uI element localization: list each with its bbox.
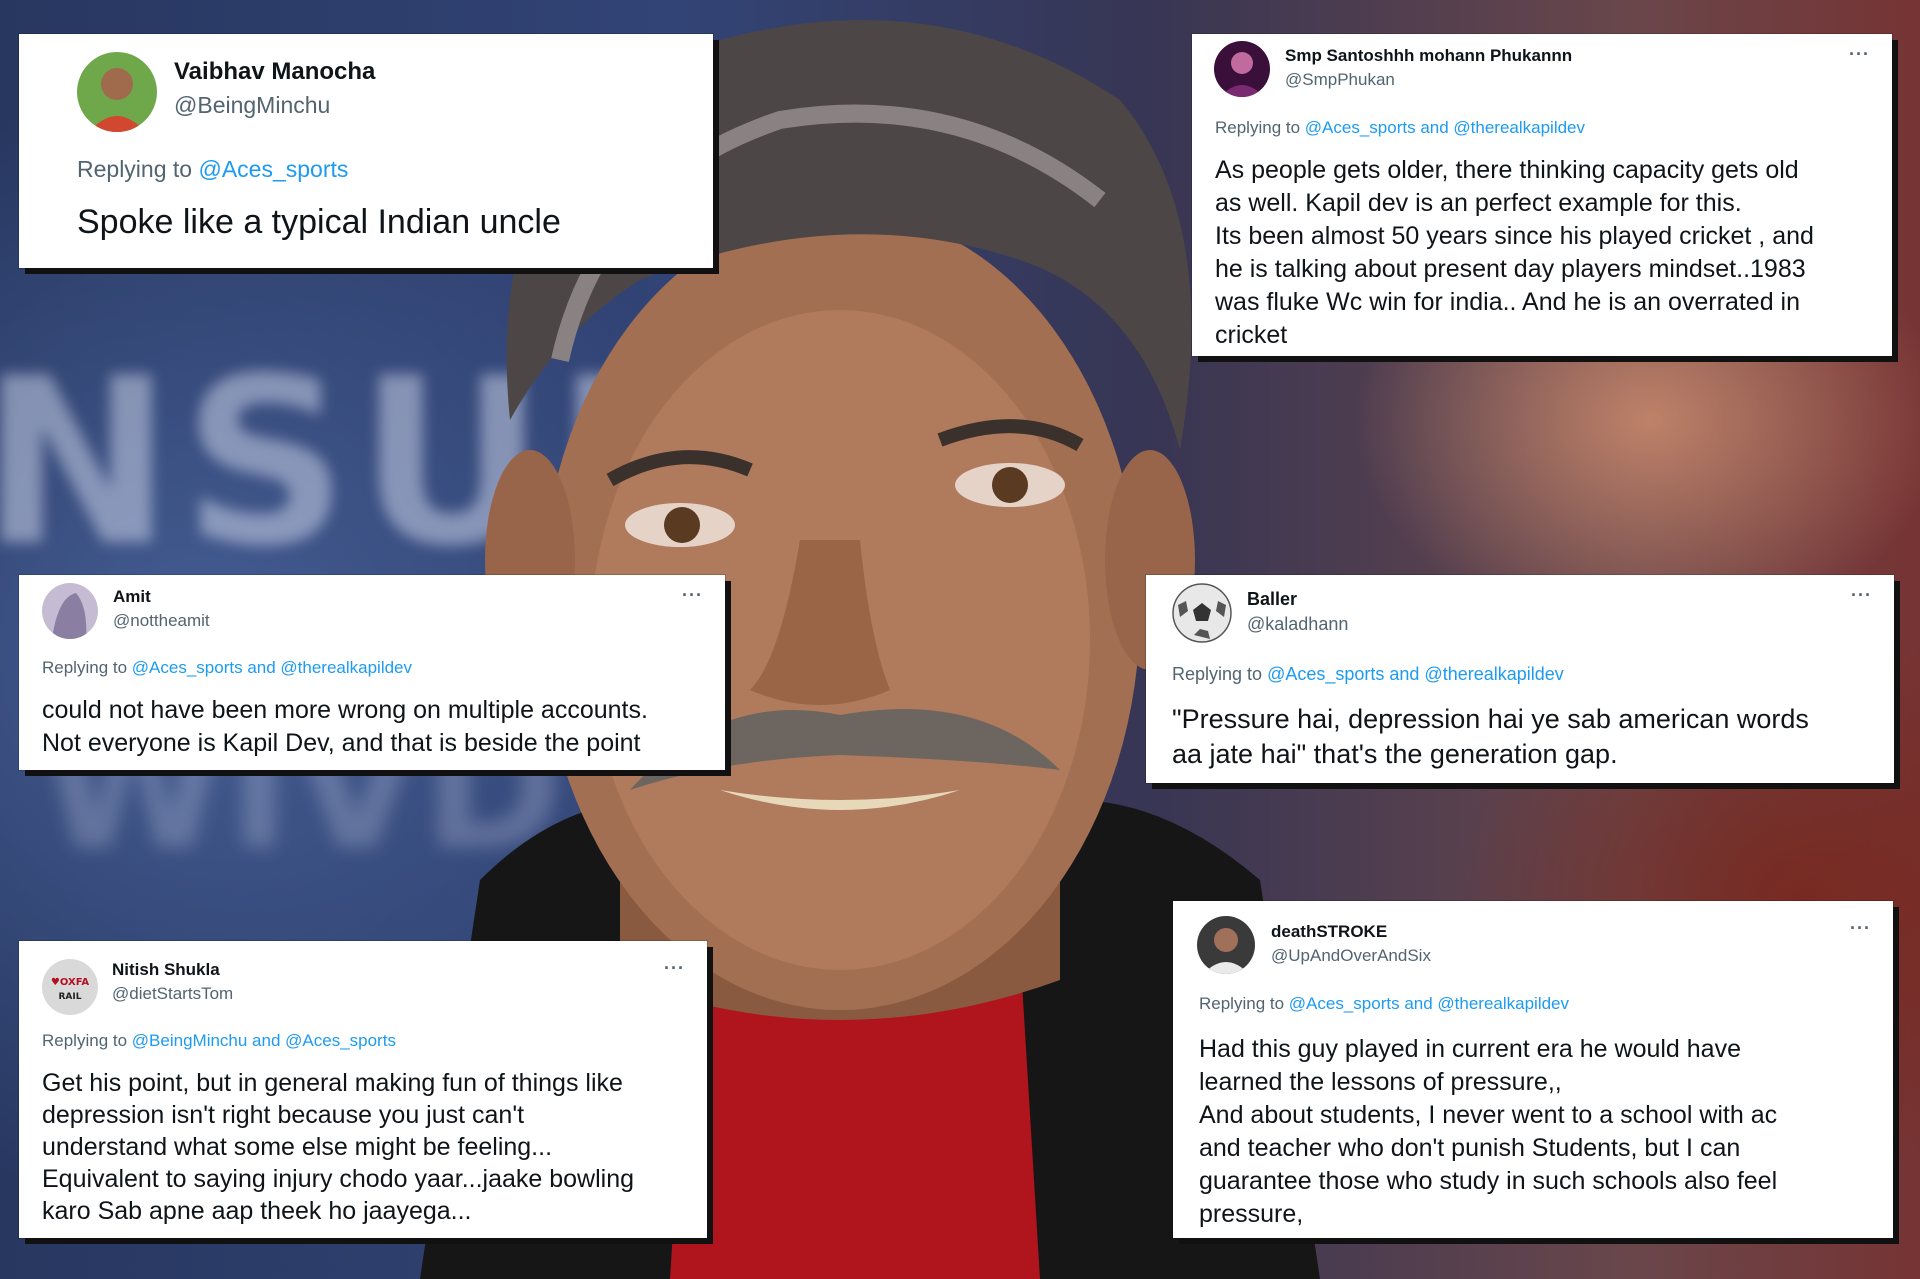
replying-to-label: Replying to (42, 1031, 128, 1050)
tweet-text: Get his point, but in general making fun… (42, 1069, 635, 1225)
user-avatar[interactable] (1197, 916, 1255, 974)
tweet-card-baller[interactable]: Baller @kaladhann ··· Replying to @Aces_… (1146, 575, 1894, 783)
tweet-card-amit[interactable]: Amit @nottheamit ··· Replying to @Aces_s… (19, 575, 725, 770)
display-name[interactable]: Nitish Shukla (112, 960, 220, 980)
more-options-icon[interactable]: ··· (664, 958, 685, 979)
replying-to-line: Replying to @Aces_sports and @therealkap… (1215, 118, 1585, 138)
tweet-card-deathstroke[interactable]: deathSTROKE @UpAndOverAndSix ··· Replyin… (1173, 901, 1893, 1238)
more-options-icon[interactable]: ··· (682, 585, 703, 606)
user-handle[interactable]: @SmpPhukan (1285, 70, 1395, 90)
reply-mention-link[interactable]: @Aces_sports and @therealkapildev (1267, 664, 1564, 684)
tweet-text: As people gets older, there thinking cap… (1215, 156, 1814, 349)
svg-text:RAIL: RAIL (59, 992, 82, 1002)
tweet-text: Spoke like a typical Indian uncle (77, 203, 561, 241)
replying-to-line: Replying to @BeingMinchu and @Aces_sport… (42, 1031, 396, 1051)
tweet-card-nitish[interactable]: ♥OXFA RAIL Nitish Shukla @dietStartsTom … (19, 941, 707, 1238)
user-handle[interactable]: @dietStartsTom (112, 984, 233, 1004)
replying-to-label: Replying to (77, 156, 193, 182)
more-options-icon[interactable]: ··· (1851, 585, 1872, 606)
display-name[interactable]: Amit (113, 587, 151, 607)
user-avatar[interactable] (1172, 583, 1232, 643)
tweet-card-vaibhav[interactable]: Vaibhav Manocha @BeingMinchu Replying to… (19, 34, 713, 268)
user-avatar[interactable] (77, 52, 157, 132)
reply-mention-link[interactable]: @Aces_sports and @therealkapildev (1305, 118, 1585, 137)
replying-to-label: Replying to (1172, 664, 1263, 684)
user-avatar[interactable] (1214, 41, 1270, 97)
replying-to-line: Replying to @Aces_sports and @therealkap… (1199, 994, 1569, 1014)
svg-text:♥OXFA: ♥OXFA (51, 977, 90, 988)
user-avatar[interactable]: ♥OXFA RAIL (42, 959, 98, 1015)
more-options-icon[interactable]: ··· (1850, 918, 1871, 939)
reply-mention-link[interactable]: @Aces_sports and @therealkapildev (132, 658, 412, 677)
user-avatar[interactable] (42, 583, 98, 639)
reply-mention-link[interactable]: @Aces_sports and @therealkapildev (1289, 994, 1569, 1013)
tweet-text: "Pressure hai, depression hai ye sab ame… (1172, 704, 1809, 769)
user-handle[interactable]: @nottheamit (113, 611, 210, 631)
user-handle[interactable]: @kaladhann (1247, 614, 1348, 635)
more-options-icon[interactable]: ··· (1849, 44, 1870, 65)
reply-mention-link[interactable]: @BeingMinchu and @Aces_sports (132, 1031, 396, 1050)
replying-to-label: Replying to (1215, 118, 1301, 137)
replying-to-label: Replying to (42, 658, 128, 677)
replying-to-label: Replying to (1199, 994, 1285, 1013)
display-name[interactable]: deathSTROKE (1271, 922, 1387, 942)
replying-to-line: Replying to @Aces_sports and @therealkap… (1172, 664, 1564, 685)
reply-mention-link[interactable]: @Aces_sports (198, 156, 348, 182)
tweet-text: could not have been more wrong on multip… (42, 696, 648, 757)
replying-to-line: Replying to @Aces_sports (77, 156, 348, 183)
tweet-text: Had this guy played in current era he wo… (1199, 1035, 1778, 1228)
user-handle[interactable]: @UpAndOverAndSix (1271, 946, 1431, 966)
display-name[interactable]: Vaibhav Manocha (174, 58, 375, 86)
display-name[interactable]: Smp Santoshhh mohann Phukannn (1285, 46, 1572, 66)
soccer-ball-icon (1172, 583, 1232, 643)
display-name[interactable]: Baller (1247, 589, 1297, 610)
tweet-card-smp[interactable]: Smp Santoshhh mohann Phukannn @SmpPhukan… (1192, 34, 1892, 356)
replying-to-line: Replying to @Aces_sports and @therealkap… (42, 658, 412, 678)
user-handle[interactable]: @BeingMinchu (174, 92, 330, 119)
